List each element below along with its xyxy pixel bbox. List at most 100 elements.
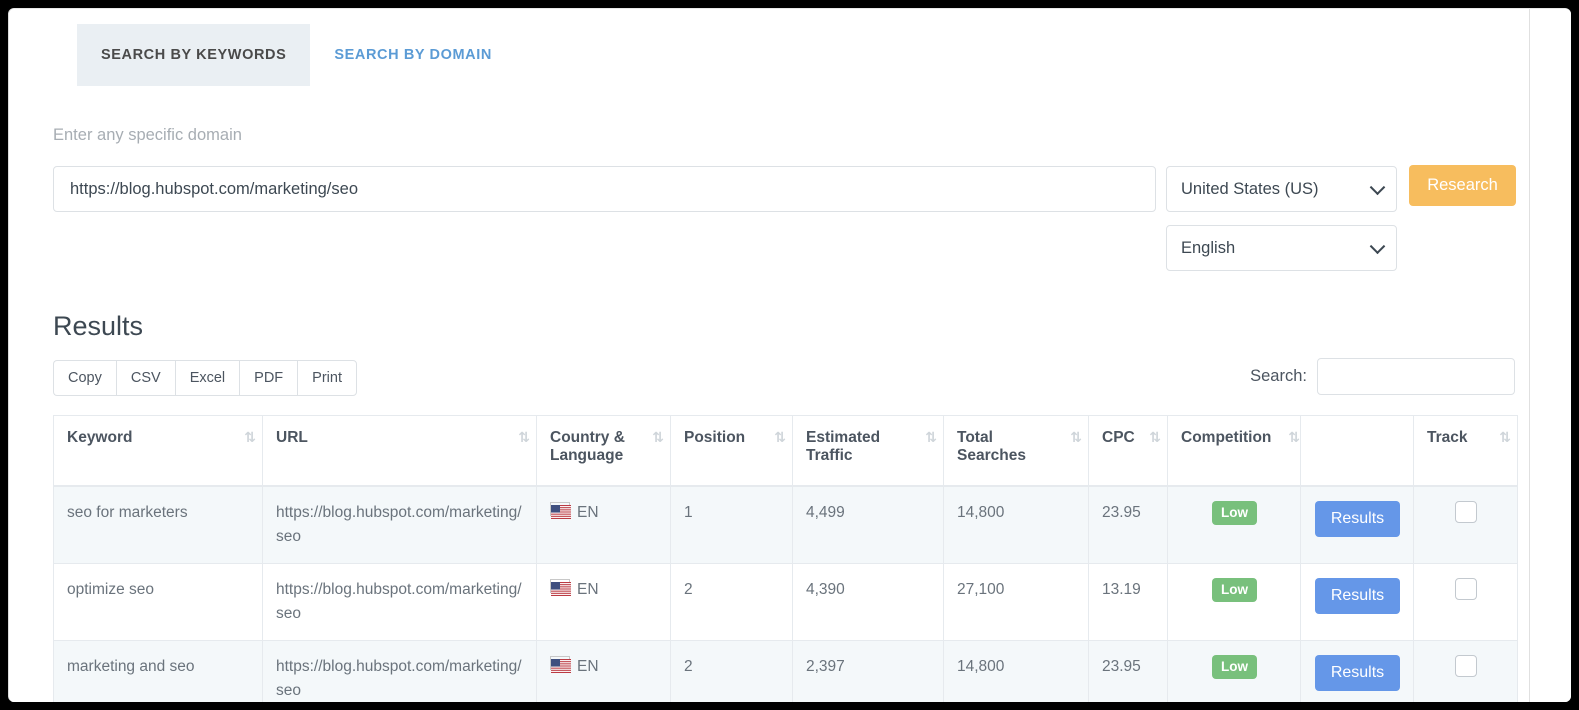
track-checkbox[interactable] [1455,501,1477,523]
app-frame: SEARCH BY KEYWORDS SEARCH BY DOMAIN Ente… [8,8,1571,702]
column-header-url-label: URL [276,429,524,447]
cell-keyword: optimize seo [54,563,263,640]
table-search-input[interactable] [1317,358,1515,395]
cell-country-language: EN [537,563,671,640]
cell-actions: Results [1301,486,1414,564]
status-badge: Low [1212,655,1257,679]
research-button[interactable]: Research [1409,165,1516,206]
column-header-url[interactable]: URL ⇅ [263,416,537,486]
cell-track [1414,563,1518,640]
cell-cpc: 23.95 [1089,640,1168,702]
column-header-track[interactable]: Track ⇅ [1414,416,1518,486]
cell-actions: Results [1301,563,1414,640]
cell-url: https://blog.hubspot.com/marketing/seo [263,563,537,640]
domain-field-label: Enter any specific domain [53,126,242,145]
cell-estimated-traffic: 4,499 [793,486,944,564]
column-header-keyword[interactable]: Keyword ⇅ [54,416,263,486]
column-header-competition-label: Competition [1181,429,1288,447]
table-row: seo for marketers https://blog.hubspot.c… [54,486,1518,564]
export-excel-button[interactable]: Excel [175,360,239,396]
column-header-position[interactable]: Position ⇅ [671,416,793,486]
cell-url: https://blog.hubspot.com/marketing/seo [263,640,537,702]
cell-cpc: 13.19 [1089,563,1168,640]
column-header-estimated-traffic[interactable]: Estimated Traffic ⇅ [793,416,944,486]
cell-position: 2 [671,640,793,702]
sort-icon[interactable]: ⇅ [774,430,784,446]
cell-competition: Low [1168,640,1301,702]
cell-keyword: marketing and seo [54,640,263,702]
cell-competition: Low [1168,486,1301,564]
column-header-cpc-label: CPC [1102,429,1155,447]
language-select[interactable]: English [1166,225,1397,271]
cell-competition: Low [1168,563,1301,640]
table-row: optimize seo https://blog.hubspot.com/ma… [54,563,1518,640]
cell-total-searches: 27,100 [944,563,1089,640]
cell-language-code: EN [577,581,599,598]
row-results-button[interactable]: Results [1315,578,1400,614]
tab-search-by-domain[interactable]: SEARCH BY DOMAIN [310,24,516,86]
right-gutter [1531,9,1571,702]
export-copy-button[interactable]: Copy [53,360,116,396]
cell-language-code: EN [577,658,599,675]
cell-cpc: 23.95 [1089,486,1168,564]
us-flag-icon [550,502,570,516]
cell-track [1414,486,1518,564]
column-header-country-language[interactable]: Country & Language ⇅ [537,416,671,486]
column-header-track-label: Track [1427,429,1505,447]
table-row: marketing and seo https://blog.hubspot.c… [54,640,1518,702]
column-header-total-searches-label: Total Searches [957,429,1076,465]
sort-icon[interactable]: ⇅ [1288,430,1298,446]
sort-icon[interactable]: ⇅ [244,430,254,446]
column-header-actions [1301,416,1414,486]
cell-position: 1 [671,486,793,564]
cell-country-language: EN [537,640,671,702]
track-checkbox[interactable] [1455,655,1477,677]
cell-country-language: EN [537,486,671,564]
tab-search-by-domain-label: SEARCH BY DOMAIN [334,47,492,63]
column-header-competition[interactable]: Competition ⇅ [1168,416,1301,486]
results-title: Results [53,311,143,342]
column-header-keyword-label: Keyword [67,429,250,447]
tab-search-by-keywords-label: SEARCH BY KEYWORDS [101,47,286,63]
column-header-country-language-label: Country & Language [550,429,658,465]
cell-language-code: EN [577,504,599,521]
results-table-wrap: Keyword ⇅ URL ⇅ Country & Language ⇅ P [53,415,1517,702]
cell-total-searches: 14,800 [944,640,1089,702]
country-select[interactable]: United States (US) [1166,166,1397,212]
cell-actions: Results [1301,640,1414,702]
export-button-group: Copy CSV Excel PDF Print [53,360,357,396]
column-header-estimated-traffic-label: Estimated Traffic [806,429,931,465]
search-mode-tabs: SEARCH BY KEYWORDS SEARCH BY DOMAIN [77,24,516,86]
row-results-button[interactable]: Results [1315,655,1400,691]
sort-icon[interactable]: ⇅ [1070,430,1080,446]
sort-icon[interactable]: ⇅ [518,430,528,446]
sort-icon[interactable]: ⇅ [652,430,662,446]
row-results-button[interactable]: Results [1315,501,1400,537]
sort-icon[interactable]: ⇅ [1149,430,1159,446]
status-badge: Low [1212,501,1257,525]
table-header-row: Keyword ⇅ URL ⇅ Country & Language ⇅ P [54,416,1518,486]
status-badge: Low [1212,578,1257,602]
column-header-position-label: Position [684,429,780,447]
cell-estimated-traffic: 2,397 [793,640,944,702]
cell-position: 2 [671,563,793,640]
export-print-button[interactable]: Print [297,360,357,396]
us-flag-icon [550,656,570,670]
sort-icon[interactable]: ⇅ [925,430,935,446]
cell-estimated-traffic: 4,390 [793,563,944,640]
table-search: Search: [1250,358,1515,395]
export-pdf-button[interactable]: PDF [239,360,297,396]
cell-track [1414,640,1518,702]
cell-keyword: seo for marketers [54,486,263,564]
page-content: SEARCH BY KEYWORDS SEARCH BY DOMAIN Ente… [9,9,1530,702]
track-checkbox[interactable] [1455,578,1477,600]
column-header-cpc[interactable]: CPC ⇅ [1089,416,1168,486]
export-csv-button[interactable]: CSV [116,360,175,396]
cell-total-searches: 14,800 [944,486,1089,564]
column-header-total-searches[interactable]: Total Searches ⇅ [944,416,1089,486]
us-flag-icon [550,579,570,593]
sort-icon[interactable]: ⇅ [1499,430,1509,446]
domain-input[interactable] [53,166,1156,212]
cell-url: https://blog.hubspot.com/marketing/seo [263,486,537,564]
tab-search-by-keywords[interactable]: SEARCH BY KEYWORDS [77,24,310,86]
